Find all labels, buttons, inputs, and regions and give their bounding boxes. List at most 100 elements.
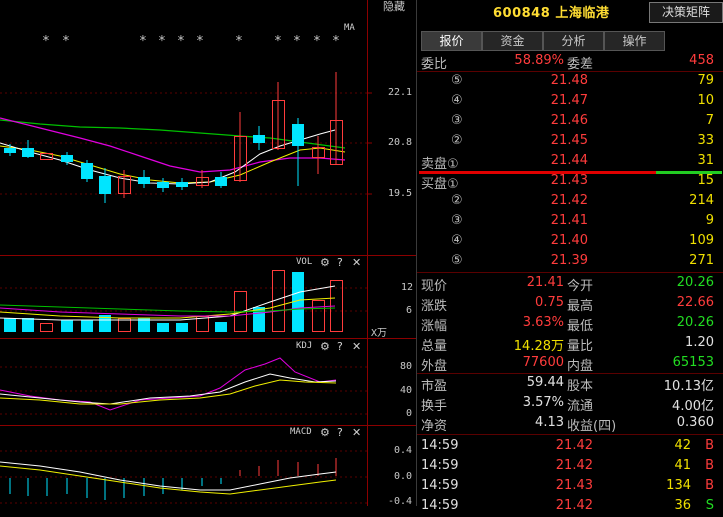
sell-order-row[interactable]: ③ 21.46 7 — [417, 112, 723, 132]
weidiff-value: 458 — [689, 53, 714, 68]
sell-order-row[interactable]: ② 21.45 33 — [417, 132, 723, 152]
signal-star: * — [196, 34, 204, 49]
buy-order-row[interactable]: ② 21.42 214 — [417, 192, 723, 212]
volume-bars — [4, 270, 343, 332]
volume-bar — [81, 320, 93, 332]
gear-icon[interactable]: ⚙ — [320, 256, 330, 269]
close-icon[interactable]: ✕ — [352, 340, 361, 353]
order-volume: 33 — [697, 133, 714, 148]
stat-label: 市盈 — [421, 379, 448, 394]
candle-down — [81, 160, 93, 182]
candle-down — [253, 126, 265, 150]
order-level-label: ⑤ — [451, 73, 463, 88]
tick-time: 14:59 — [421, 458, 459, 473]
signal-star: * — [62, 34, 70, 49]
stat-label: 今开 — [567, 279, 594, 294]
help-icon[interactable]: ? — [337, 256, 343, 269]
help-icon[interactable]: ? — [337, 340, 343, 353]
quote-row: 外盘 77600 内盘 65153 — [417, 354, 723, 374]
volume-bar — [176, 323, 188, 332]
decision-matrix-button[interactable]: 决策矩阵 — [649, 2, 723, 23]
ma-yellow-line — [0, 145, 346, 184]
quote-row: 涨幅 3.63% 最低 20.26 — [417, 314, 723, 334]
tick-side: B — [705, 438, 714, 453]
tick-volume: 42 — [674, 438, 691, 453]
signal-star: * — [332, 34, 340, 49]
help-icon[interactable]: ? — [337, 426, 343, 439]
sell-order-row[interactable]: 卖盘① 21.44 31 — [417, 152, 723, 172]
tab-funds[interactable]: 资金 — [482, 31, 543, 51]
order-price: 21.44 — [550, 153, 588, 168]
volume-bar — [61, 320, 73, 332]
sell-order-row[interactable]: ⑤ 21.48 79 — [417, 72, 723, 92]
kline-chart-area[interactable]: * * * * * * * * * * * 隐藏 MA 22.1 20.8 19… — [0, 0, 416, 507]
buy-order-row[interactable]: 买盘① 21.43 15 — [417, 172, 723, 192]
order-price: 21.41 — [550, 213, 588, 228]
signal-star: * — [177, 34, 185, 49]
order-volume: 7 — [705, 113, 714, 128]
tick-volume: 134 — [666, 478, 691, 493]
gear-icon[interactable]: ⚙ — [320, 426, 330, 439]
kdj-tick-label: 0 — [406, 408, 413, 419]
fundamental-row: 换手 3.57% 流通 4.00亿 — [417, 394, 723, 414]
stat-value: 65153 — [672, 355, 714, 370]
candle-up — [196, 170, 209, 188]
sell-order-row[interactable]: ④ 21.47 10 — [417, 92, 723, 112]
tab-operate[interactable]: 操作 — [604, 31, 665, 51]
price-tick-label: 20.8 — [388, 137, 413, 148]
order-price: 21.46 — [550, 113, 588, 128]
order-volume: 271 — [689, 253, 714, 268]
tab-quote[interactable]: 报价 — [421, 31, 482, 51]
kdj-tick-label: 80 — [400, 361, 413, 372]
stat-value: 0.360 — [676, 415, 714, 430]
order-level-label: 卖盘① — [421, 157, 459, 172]
tick-price: 21.43 — [555, 478, 593, 493]
order-level-label: ⑤ — [451, 253, 463, 268]
divider — [417, 272, 723, 273]
vol-panel-title: VOL — [296, 257, 313, 267]
stat-label: 量比 — [567, 339, 594, 354]
stat-label: 内盘 — [567, 359, 594, 374]
close-icon[interactable]: ✕ — [352, 256, 361, 269]
stat-value: 4.13 — [535, 415, 564, 430]
order-volume: 214 — [689, 193, 714, 208]
stock-code: 600848 — [493, 6, 551, 21]
stat-label: 收益(四) — [567, 419, 617, 434]
stat-label: 总量 — [421, 339, 448, 354]
close-icon[interactable]: ✕ — [352, 426, 361, 439]
vol-tick-label: 6 — [406, 305, 413, 316]
volume-bar — [312, 300, 325, 332]
weidiff-label: 委差 — [567, 57, 594, 72]
stat-value: 1.20 — [685, 335, 714, 350]
price-tick-label: 22.1 — [388, 87, 413, 98]
stat-label: 股本 — [567, 379, 594, 394]
tick-volume: 41 — [674, 458, 691, 473]
signal-star: * — [293, 34, 301, 49]
buy-order-row[interactable]: ④ 21.40 109 — [417, 232, 723, 252]
signal-star: * — [235, 34, 243, 49]
stat-value: 3.63% — [522, 315, 564, 330]
order-level-label: ③ — [451, 113, 463, 128]
order-volume: 10 — [697, 93, 714, 108]
stat-value: 10.13亿 — [663, 379, 714, 394]
tick-side: B — [705, 478, 714, 493]
kdj-j-line — [0, 357, 337, 411]
buy-order-row[interactable]: ⑤ 21.39 271 — [417, 252, 723, 272]
stat-value: 0.75 — [535, 295, 564, 310]
stat-label: 最低 — [567, 319, 594, 334]
order-price: 21.40 — [550, 233, 588, 248]
order-volume: 109 — [689, 233, 714, 248]
stat-value: 77600 — [522, 355, 564, 370]
weibi-row: 委比 58.89% 委差 458 — [417, 52, 723, 72]
stock-name: 上海临港 — [555, 6, 610, 21]
stat-value: 22.66 — [676, 295, 714, 310]
hide-panel-button[interactable]: 隐藏 — [372, 0, 416, 14]
signal-star: * — [158, 34, 166, 49]
tab-analysis[interactable]: 分析 — [543, 31, 604, 51]
gear-icon[interactable]: ⚙ — [320, 340, 330, 353]
order-price: 21.39 — [550, 253, 588, 268]
buy-order-row[interactable]: ③ 21.41 9 — [417, 212, 723, 232]
volume-bar — [157, 323, 169, 332]
kdj-d-line — [0, 379, 337, 405]
price-tick-label: 19.5 — [388, 188, 413, 199]
